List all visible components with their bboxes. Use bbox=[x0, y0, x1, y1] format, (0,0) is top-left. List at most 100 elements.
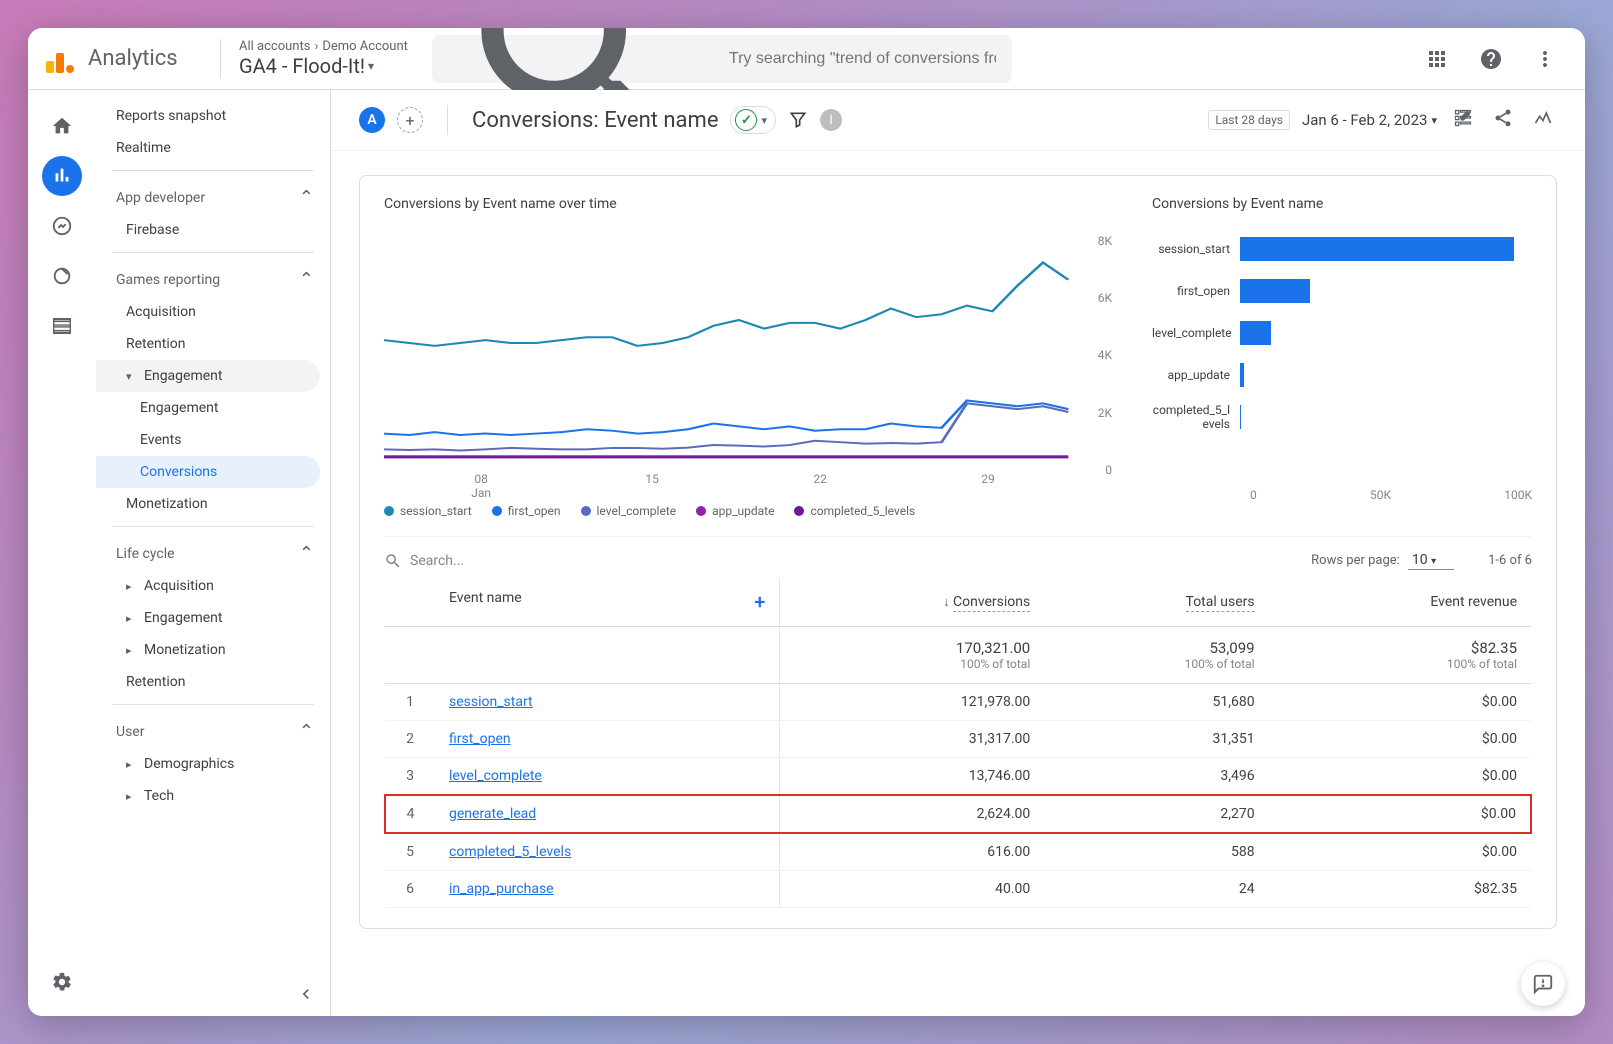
row-users: 31,351 bbox=[1044, 721, 1268, 758]
nav-realtime[interactable]: Realtime bbox=[96, 132, 330, 164]
row-index: 6 bbox=[385, 871, 435, 908]
bar-chart-panel: Conversions by Event name session_startf… bbox=[1152, 196, 1532, 518]
nav-explore[interactable] bbox=[42, 206, 82, 246]
sort-desc-icon: ↓ bbox=[943, 595, 953, 610]
nav-tech[interactable]: ▸Tech bbox=[96, 780, 330, 812]
y-tick: 2K bbox=[1098, 406, 1112, 420]
reports-nav-panel: Reports snapshot Realtime App developer⌃… bbox=[96, 90, 331, 1016]
search-input[interactable] bbox=[729, 50, 996, 68]
nav-demographics[interactable]: ▸Demographics bbox=[96, 748, 330, 780]
row-index: 2 bbox=[385, 721, 435, 758]
nav-reports-snapshot[interactable]: Reports snapshot bbox=[96, 100, 330, 132]
feedback-button[interactable] bbox=[1521, 962, 1565, 1006]
date-range-picker[interactable]: Jan 6 - Feb 2, 2023▾ bbox=[1302, 111, 1437, 129]
nav-events[interactable]: Events bbox=[96, 424, 330, 456]
nav-lc-engagement[interactable]: ▸Engagement bbox=[96, 602, 330, 634]
caret-right-icon: ▸ bbox=[126, 758, 136, 771]
search-box[interactable] bbox=[432, 35, 1012, 83]
bar-fill bbox=[1240, 237, 1514, 261]
table-search[interactable]: Search... bbox=[384, 552, 464, 570]
report-card: Conversions by Event name over time 8K 6… bbox=[359, 175, 1557, 929]
section-app-developer[interactable]: App developer⌃ bbox=[96, 177, 330, 214]
rows-per-page[interactable]: Rows per page: 10 ▾ bbox=[1311, 551, 1454, 570]
legend-item[interactable]: session_start bbox=[384, 504, 472, 518]
bar-row: app_update bbox=[1152, 354, 1532, 396]
info-chip[interactable]: I bbox=[820, 109, 842, 131]
event-link[interactable]: generate_lead bbox=[449, 806, 536, 822]
col-event-name[interactable]: Event name + bbox=[435, 578, 780, 627]
section-life-cycle[interactable]: Life cycle⌃ bbox=[96, 533, 330, 570]
y-tick: 0 bbox=[1105, 463, 1112, 477]
nav-games-acquisition[interactable]: Acquisition bbox=[96, 296, 330, 328]
row-revenue: $0.00 bbox=[1269, 758, 1531, 796]
share-icon[interactable] bbox=[1489, 104, 1517, 136]
account-breadcrumb: All accounts › Demo Account bbox=[239, 39, 408, 54]
section-games-reporting[interactable]: Games reporting⌃ bbox=[96, 259, 330, 296]
bar-label: completed_5_levels bbox=[1152, 403, 1240, 431]
dimension-selector[interactable]: ▾ bbox=[730, 106, 776, 134]
row-revenue: $0.00 bbox=[1269, 795, 1531, 833]
bar-label: app_update bbox=[1152, 368, 1240, 382]
table-search-placeholder: Search... bbox=[410, 553, 464, 569]
col-conversions[interactable]: ↓ Conversions bbox=[780, 578, 1044, 627]
caret-right-icon: ▸ bbox=[126, 790, 136, 803]
nav-home[interactable] bbox=[42, 106, 82, 146]
property-selector[interactable]: All accounts › Demo Account GA4 - Flood-… bbox=[220, 39, 408, 78]
col-total-users[interactable]: Total users bbox=[1044, 578, 1268, 627]
row-users: 588 bbox=[1044, 833, 1268, 871]
insights-icon[interactable] bbox=[1529, 104, 1557, 136]
nav-games-retention[interactable]: Retention bbox=[96, 328, 330, 360]
nav-lc-acquisition[interactable]: ▸Acquisition bbox=[96, 570, 330, 602]
event-link[interactable]: level_complete bbox=[449, 768, 542, 784]
nav-reports[interactable] bbox=[42, 156, 82, 196]
line-chart: 8K 6K 4K 2K 0 08Jan152229 bbox=[384, 228, 1112, 488]
row-conversions: 13,746.00 bbox=[780, 758, 1044, 796]
product-name: Analytics bbox=[88, 46, 178, 71]
legend-label: first_open bbox=[508, 504, 561, 518]
add-dimension-button[interactable]: + bbox=[754, 590, 765, 614]
event-link[interactable]: first_open bbox=[449, 731, 511, 747]
collapse-panel-button[interactable] bbox=[296, 984, 316, 1008]
add-comparison-button[interactable]: + bbox=[397, 107, 423, 133]
nav-engagement-overview[interactable]: Engagement bbox=[96, 392, 330, 424]
bar-row: first_open bbox=[1152, 270, 1532, 312]
nav-configure[interactable] bbox=[42, 306, 82, 346]
nav-games-engagement[interactable]: ▾Engagement bbox=[96, 360, 320, 392]
nav-firebase[interactable]: Firebase bbox=[96, 214, 330, 246]
table-row: 3level_complete13,746.003,496$0.00 bbox=[385, 758, 1531, 796]
legend-label: completed_5_levels bbox=[810, 504, 915, 518]
legend-item[interactable]: level_complete bbox=[581, 504, 677, 518]
filter-icon[interactable] bbox=[788, 110, 808, 130]
nav-conversions[interactable]: Conversions bbox=[96, 456, 320, 488]
row-conversions: 40.00 bbox=[780, 871, 1044, 908]
bar-label: first_open bbox=[1152, 284, 1240, 298]
col-event-revenue[interactable]: Event revenue bbox=[1269, 578, 1531, 627]
row-revenue: $82.35 bbox=[1269, 871, 1531, 908]
segment-chip-all[interactable]: A bbox=[359, 107, 385, 133]
section-user[interactable]: User⌃ bbox=[96, 711, 330, 748]
row-users: 2,270 bbox=[1044, 795, 1268, 833]
nav-admin[interactable] bbox=[42, 962, 82, 1002]
event-link[interactable]: completed_5_levels bbox=[449, 844, 571, 860]
nav-monetization[interactable]: Monetization bbox=[96, 488, 330, 520]
nav-lc-monetization[interactable]: ▸Monetization bbox=[96, 634, 330, 666]
event-link[interactable]: session_start bbox=[449, 694, 533, 710]
row-conversions: 2,624.00 bbox=[780, 795, 1044, 833]
nav-lc-retention[interactable]: Retention bbox=[96, 666, 330, 698]
more-vert-icon[interactable] bbox=[1523, 37, 1567, 81]
help-icon[interactable] bbox=[1469, 37, 1513, 81]
chart-legend: session_start first_open level_complete app… bbox=[384, 504, 1112, 518]
bar-label: level_complete bbox=[1152, 326, 1240, 340]
legend-item[interactable]: completed_5_levels bbox=[794, 504, 915, 518]
bar-x-tick: 50K bbox=[1370, 488, 1391, 502]
bar-fill bbox=[1240, 363, 1244, 387]
legend-item[interactable]: first_open bbox=[492, 504, 561, 518]
row-users: 24 bbox=[1044, 871, 1268, 908]
caret-right-icon: ▸ bbox=[126, 612, 136, 625]
event-link[interactable]: in_app_purchase bbox=[449, 881, 554, 897]
legend-item[interactable]: app_update bbox=[696, 504, 774, 518]
line-chart-title: Conversions by Event name over time bbox=[384, 196, 1112, 212]
apps-icon[interactable] bbox=[1415, 37, 1459, 81]
customize-report-icon[interactable] bbox=[1449, 104, 1477, 136]
nav-advertising[interactable] bbox=[42, 256, 82, 296]
